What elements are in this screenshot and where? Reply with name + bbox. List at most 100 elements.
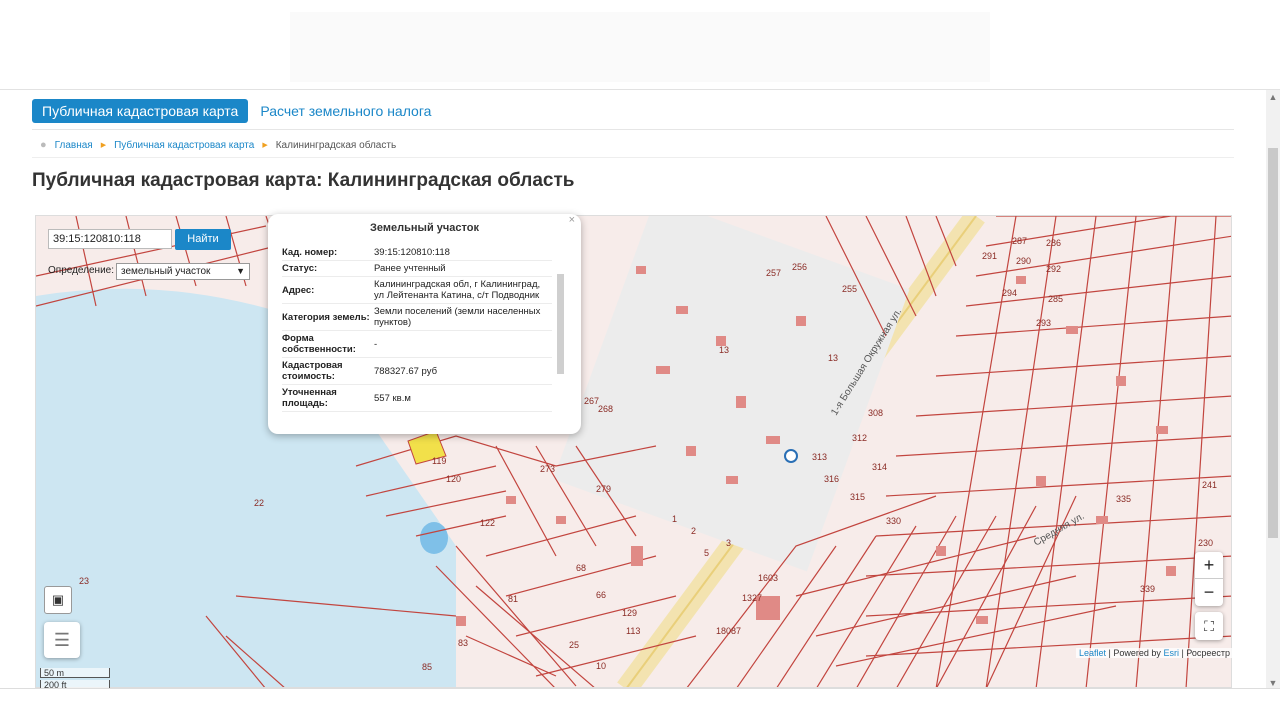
layers-icon[interactable]: ☰ (44, 622, 80, 658)
svg-text:2: 2 (691, 526, 696, 536)
row-value: 557 кв.м (374, 384, 552, 412)
table-row: Форма собственности: - (282, 330, 552, 358)
divider (32, 157, 1234, 158)
zoom-in-button[interactable]: + (1195, 552, 1223, 579)
svg-text:83: 83 (458, 638, 468, 648)
table-row: Кадастровая стоимость: 788327.67 руб (282, 357, 552, 385)
definition-selected: земельный участок (121, 266, 211, 277)
breadcrumb-current: Калининградская область (275, 139, 397, 151)
chevron-down-icon: ▼ (236, 266, 245, 276)
zoom-control: + − (1195, 552, 1223, 606)
svg-text:294: 294 (1002, 288, 1017, 298)
svg-text:273: 273 (540, 464, 555, 474)
table-row: Статус: Ранее учтенный (282, 260, 552, 277)
svg-text:255: 255 (842, 284, 857, 294)
location-pin-icon: ● (40, 139, 47, 151)
cadastral-map[interactable]: 13 13 22 23 119 120 122 255 256 257 279 … (35, 215, 1232, 688)
svg-text:10: 10 (596, 661, 606, 671)
svg-text:256: 256 (792, 262, 807, 272)
pond-shape (420, 522, 448, 554)
zoom-out-button[interactable]: − (1195, 579, 1223, 606)
row-value: - (374, 330, 552, 358)
svg-text:335: 335 (1116, 494, 1131, 504)
svg-text:25: 25 (569, 640, 579, 650)
fullscreen-icon[interactable]: ⛶ (1195, 612, 1223, 640)
svg-text:285: 285 (1048, 294, 1063, 304)
svg-text:1603: 1603 (758, 573, 778, 583)
header-banner (290, 12, 990, 82)
svg-text:5: 5 (704, 548, 709, 558)
row-key: Уточненная площадь: (282, 384, 374, 412)
svg-text:292: 292 (1046, 264, 1061, 274)
table-row: Адрес: Калининградская обл, г Калининград… (282, 276, 552, 304)
svg-text:339: 339 (1140, 584, 1155, 594)
parcel-popup: × Земельный участок Кад. номер: 39:15:120… (268, 214, 581, 434)
svg-text:3: 3 (726, 538, 731, 548)
svg-text:13: 13 (719, 345, 729, 355)
svg-text:330: 330 (886, 516, 901, 526)
svg-text:13: 13 (828, 353, 838, 363)
popup-title: Земельный участок (370, 222, 479, 234)
footer-strip (0, 688, 1280, 720)
breadcrumb-map[interactable]: Публичная кадастровая карта (114, 140, 254, 151)
chevron-right-icon: ▶ (100, 142, 107, 149)
row-key: Кад. номер: (282, 245, 374, 261)
row-key: Адрес: (282, 276, 374, 304)
svg-text:18087: 18087 (716, 626, 741, 636)
svg-text:129: 129 (622, 608, 637, 618)
svg-text:22: 22 (254, 498, 264, 508)
svg-text:68: 68 (576, 563, 586, 573)
svg-text:314: 314 (872, 462, 887, 472)
divider (32, 129, 1234, 130)
row-key: Форма собственности: (282, 330, 374, 358)
parcel-info-table: Кад. номер: 39:15:120810:118 Статус: Ранее… (282, 245, 552, 412)
definition-select[interactable]: земельный участок ▼ (116, 263, 250, 280)
svg-text:81: 81 (508, 594, 518, 604)
find-button[interactable]: Найти (175, 229, 231, 250)
row-value: 39:15:120810:118 (374, 245, 552, 261)
svg-text:85: 85 (422, 662, 432, 672)
row-key: Кадастровая стоимость: (282, 357, 374, 385)
row-value: Ранее учтенный (374, 260, 552, 277)
chevron-right-icon: ▶ (262, 142, 268, 149)
leaflet-link[interactable]: Leaflet (1079, 648, 1106, 658)
map-canvas[interactable]: 13 13 22 23 119 120 122 255 256 257 279 … (36, 216, 1232, 688)
page-title: Публичная кадастровая карта: Калининград… (32, 170, 575, 191)
svg-text:122: 122 (480, 518, 495, 528)
site-header (0, 0, 1280, 90)
breadcrumb: ● Главная ▶ Публичная кадастровая карта … (40, 139, 396, 151)
svg-text:257: 257 (766, 268, 781, 278)
tab-land-tax[interactable]: Расчет земельного налога (248, 99, 443, 123)
row-value: Калининградская обл, г Калининград, ул Л… (374, 276, 552, 304)
esri-link[interactable]: Esri (1163, 648, 1179, 658)
definition-label: Определение: (48, 265, 115, 276)
scroll-thumb[interactable] (1268, 148, 1278, 538)
metro-marker-icon (784, 449, 798, 463)
svg-text:315: 315 (850, 492, 865, 502)
scale-meters: 50 m (40, 668, 110, 678)
svg-text:290: 290 (1016, 256, 1031, 266)
popup-scrollbar[interactable] (556, 254, 565, 438)
map-attribution: Leaflet | Powered by Esri | Росреестр (1076, 648, 1234, 658)
svg-text:23: 23 (79, 576, 89, 586)
svg-text:241: 241 (1202, 480, 1217, 490)
svg-text:316: 316 (824, 474, 839, 484)
svg-text:267: 267 (584, 396, 599, 406)
breadcrumb-home[interactable]: Главная (55, 140, 93, 151)
svg-text:1: 1 (672, 514, 677, 524)
svg-text:120: 120 (446, 474, 461, 484)
svg-text:312: 312 (852, 433, 867, 443)
book-icon[interactable]: ▣ (44, 586, 72, 614)
tab-cadastral-map[interactable]: Публичная кадастровая карта (32, 99, 249, 123)
cadastral-search-input[interactable]: 39:15:120810:118 (48, 229, 172, 249)
scroll-up-icon[interactable]: ▲ (1266, 90, 1280, 104)
page-scrollbar[interactable]: ▲ ▼ (1266, 90, 1280, 690)
svg-text:113: 113 (626, 626, 640, 636)
street-label: Средняя ул. (1032, 511, 1086, 549)
nav-tabs: Публичная кадастровая карта Расчет земел… (32, 99, 443, 123)
row-value: Земли поселений (земли населенных пункто… (374, 303, 552, 331)
svg-text:66: 66 (596, 590, 606, 600)
svg-text:308: 308 (868, 408, 883, 418)
row-key: Категория земель: (282, 303, 374, 331)
popup-scroll-thumb[interactable] (557, 274, 564, 374)
